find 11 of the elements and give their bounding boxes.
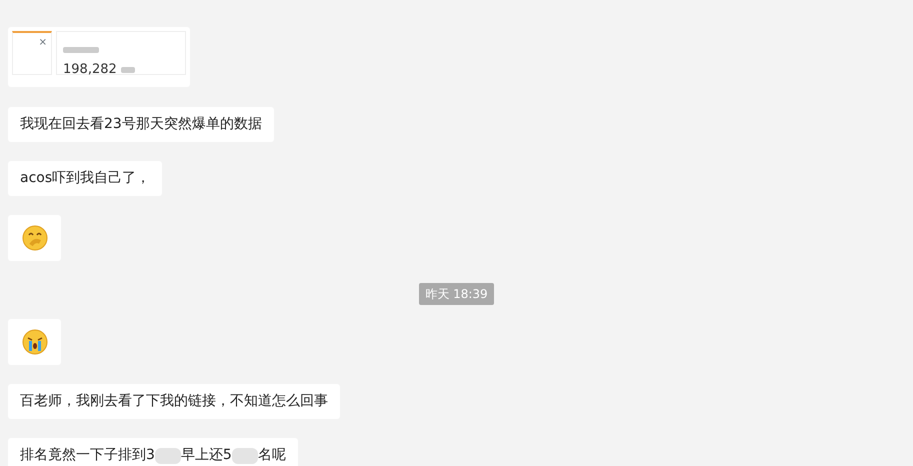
timestamp: 昨天 18:39 xyxy=(419,283,494,305)
message-text: 排名竟然一下子排到3 早上还5 名呢 xyxy=(8,438,298,466)
message-text: acos吓到我自己了， xyxy=(8,161,162,196)
crying-face-icon xyxy=(22,329,48,355)
smiling-face-icon xyxy=(22,225,48,251)
message-text: 百老师，我刚去看了下我的链接，不知道怎么回事 xyxy=(8,384,340,419)
close-icon: × xyxy=(38,35,47,50)
blurred-text xyxy=(63,47,99,53)
stat-value: 198,282 xyxy=(63,61,117,79)
message-text: 我现在回去看23号那天突然爆单的数据 xyxy=(8,107,274,142)
blurred-text xyxy=(120,66,135,73)
